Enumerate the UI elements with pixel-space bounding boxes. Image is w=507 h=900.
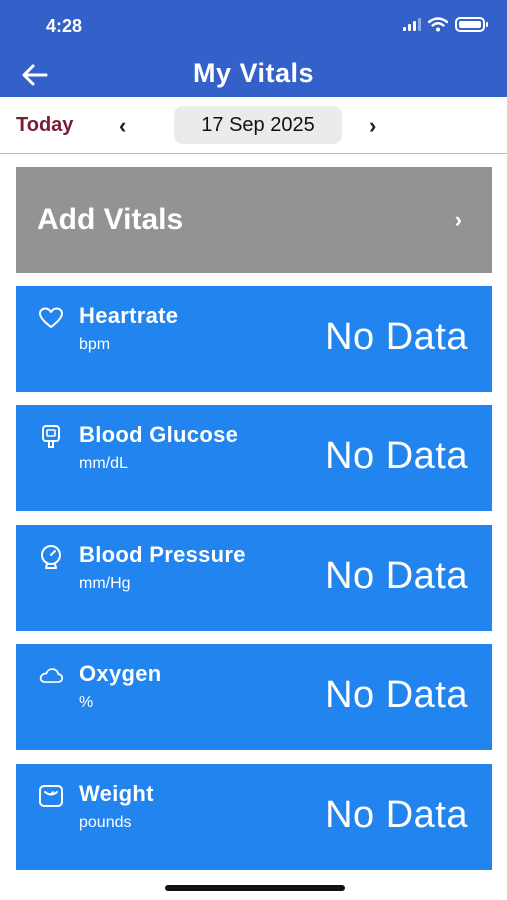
app-header: 4:28 My Vitals <box>0 0 507 97</box>
page-title: My Vitals <box>192 58 315 88</box>
vital-card-weight[interactable]: Weight pounds No Data <box>16 764 492 870</box>
vital-name: Blood Pressure <box>79 542 246 567</box>
vital-card-heartrate[interactable]: Heartrate bpm No Data <box>16 286 492 392</box>
battery-icon <box>455 17 488 32</box>
vital-unit: % <box>79 694 94 711</box>
vital-value: No Data <box>325 435 468 477</box>
status-icons <box>403 17 488 32</box>
selected-date[interactable]: 17 Sep 2025 <box>174 106 342 144</box>
vital-value: No Data <box>325 555 468 597</box>
scale-icon <box>38 783 64 809</box>
vital-unit: mm/Hg <box>79 575 131 592</box>
vital-value: No Data <box>325 316 468 358</box>
vital-card-blood-pressure[interactable]: Blood Pressure mm/Hg No Data <box>16 525 492 631</box>
vital-name: Weight <box>79 781 154 806</box>
today-button[interactable]: Today <box>16 114 73 137</box>
previous-day-button[interactable]: ‹ <box>119 113 126 139</box>
add-vitals-label: Add Vitals <box>37 203 184 236</box>
vital-card-oxygen[interactable]: Oxygen % No Data <box>16 644 492 750</box>
vital-unit: bpm <box>79 336 111 353</box>
cellular-signal-icon <box>403 18 421 31</box>
vital-name: Blood Glucose <box>79 422 239 447</box>
vital-name: Heartrate <box>79 303 179 328</box>
next-day-button[interactable]: › <box>369 113 376 139</box>
chevron-right-icon: › <box>454 207 462 232</box>
vital-unit: mm/dL <box>79 455 128 472</box>
vital-card-blood-glucose[interactable]: Blood Glucose mm/dL No Data <box>16 405 492 511</box>
glucose-meter-icon <box>38 424 64 450</box>
vital-name: Oxygen <box>79 661 162 686</box>
home-indicator[interactable] <box>165 885 345 891</box>
date-navigator: Today ‹ 17 Sep 2025 › <box>0 97 507 154</box>
add-vitals-button[interactable]: Add Vitals › <box>16 167 492 273</box>
pressure-gauge-icon <box>38 544 64 570</box>
wifi-icon <box>428 17 448 32</box>
vital-value: No Data <box>325 794 468 836</box>
vital-value: No Data <box>325 674 468 716</box>
cloud-icon <box>38 663 64 689</box>
heart-icon <box>38 305 64 331</box>
vital-unit: pounds <box>79 814 132 831</box>
status-time: 4:28 <box>46 16 83 36</box>
